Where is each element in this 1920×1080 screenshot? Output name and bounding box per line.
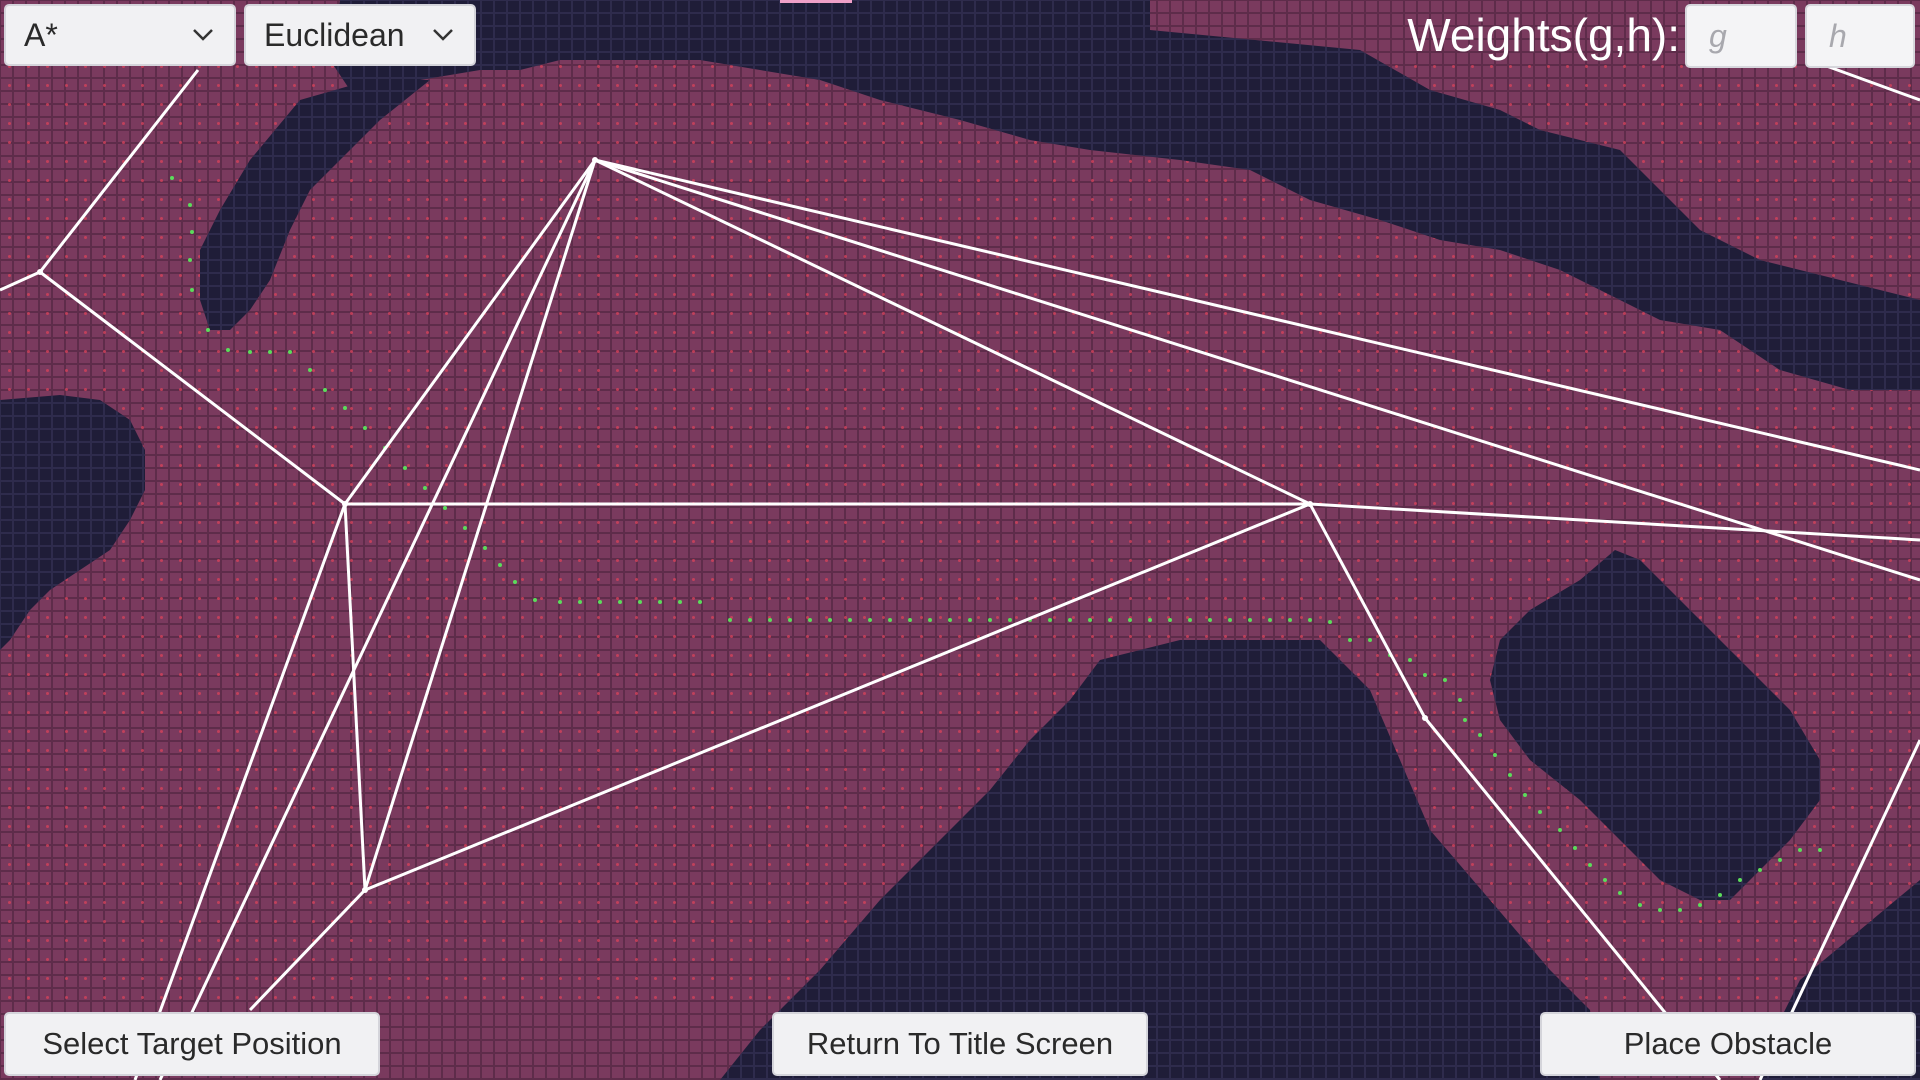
chevron-down-icon (190, 22, 216, 48)
algorithm-dropdown[interactable]: A* (4, 4, 236, 66)
algorithm-selected: A* (24, 16, 58, 53)
select-target-position-button[interactable]: Select Target Position (4, 1012, 380, 1076)
pathfinding-grid-map[interactable] (0, 0, 1920, 1080)
weight-h-input[interactable] (1805, 4, 1915, 68)
place-obstacle-button[interactable]: Place Obstacle (1540, 1012, 1916, 1076)
weight-g-input[interactable] (1685, 4, 1797, 68)
heuristic-dropdown[interactable]: Euclidean (244, 4, 476, 66)
chevron-down-icon (430, 22, 456, 48)
game-stage: A* Euclidean Weights(g,h): Select Target… (0, 0, 1920, 1080)
top-marker (780, 0, 852, 3)
weights-label: Weights(g,h): (1407, 9, 1680, 61)
return-to-title-button[interactable]: Return To Title Screen (772, 1012, 1148, 1076)
heuristic-selected: Euclidean (264, 16, 405, 53)
